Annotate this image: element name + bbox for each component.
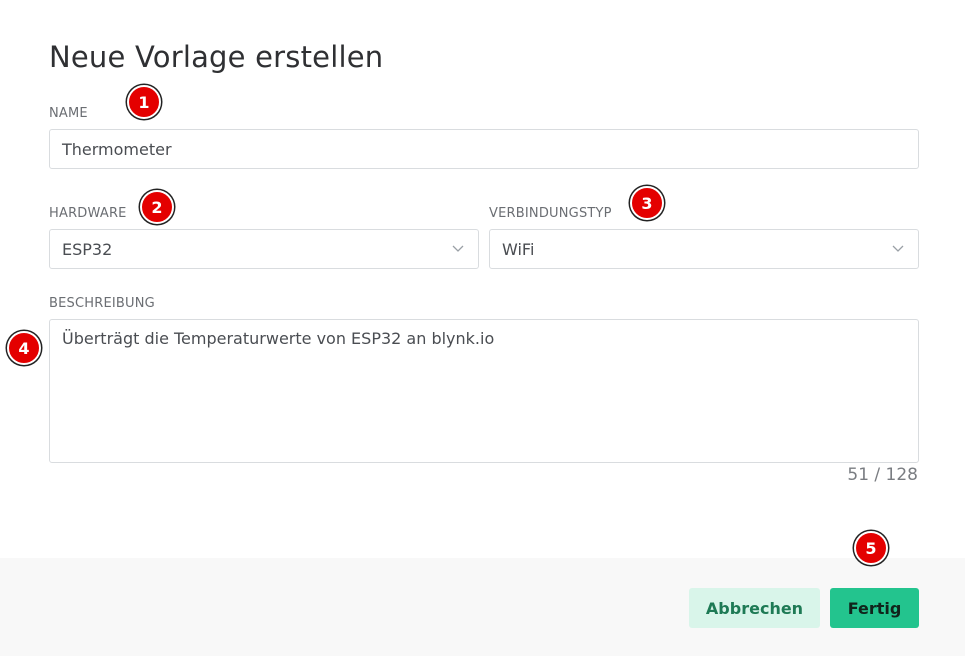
description-label: BESCHREIBUNG — [49, 296, 155, 311]
marker-badge-3: 3 — [630, 186, 664, 220]
dialog-title: Neue Vorlage erstellen — [49, 40, 384, 74]
connection-label: VERBINDUNGSTYP — [489, 206, 612, 221]
hardware-select-value: ESP32 — [62, 239, 113, 259]
character-counter: 51 / 128 — [847, 465, 918, 485]
dialog-footer — [0, 558, 965, 656]
description-textarea-value: Überträgt die Temperaturwerte von ESP32 … — [62, 329, 495, 348]
description-textarea[interactable]: Überträgt die Temperaturwerte von ESP32 … — [49, 319, 919, 463]
marker-badge-4: 4 — [7, 331, 41, 365]
name-label: NAME — [49, 106, 88, 121]
chevron-down-icon — [452, 245, 464, 252]
connection-select[interactable]: WiFi — [489, 229, 919, 269]
marker-badge-1: 1 — [127, 85, 161, 119]
chevron-down-icon — [892, 245, 904, 252]
marker-badge-5: 5 — [854, 531, 888, 565]
cancel-button[interactable]: Abbrechen — [689, 588, 820, 628]
hardware-label: HARDWARE — [49, 206, 127, 221]
connection-select-value: WiFi — [502, 239, 535, 259]
name-input[interactable]: Thermometer — [49, 129, 919, 169]
done-button[interactable]: Fertig — [830, 588, 919, 628]
name-input-value: Thermometer — [62, 139, 172, 159]
marker-badge-2: 2 — [140, 190, 174, 224]
hardware-select[interactable]: ESP32 — [49, 229, 479, 269]
